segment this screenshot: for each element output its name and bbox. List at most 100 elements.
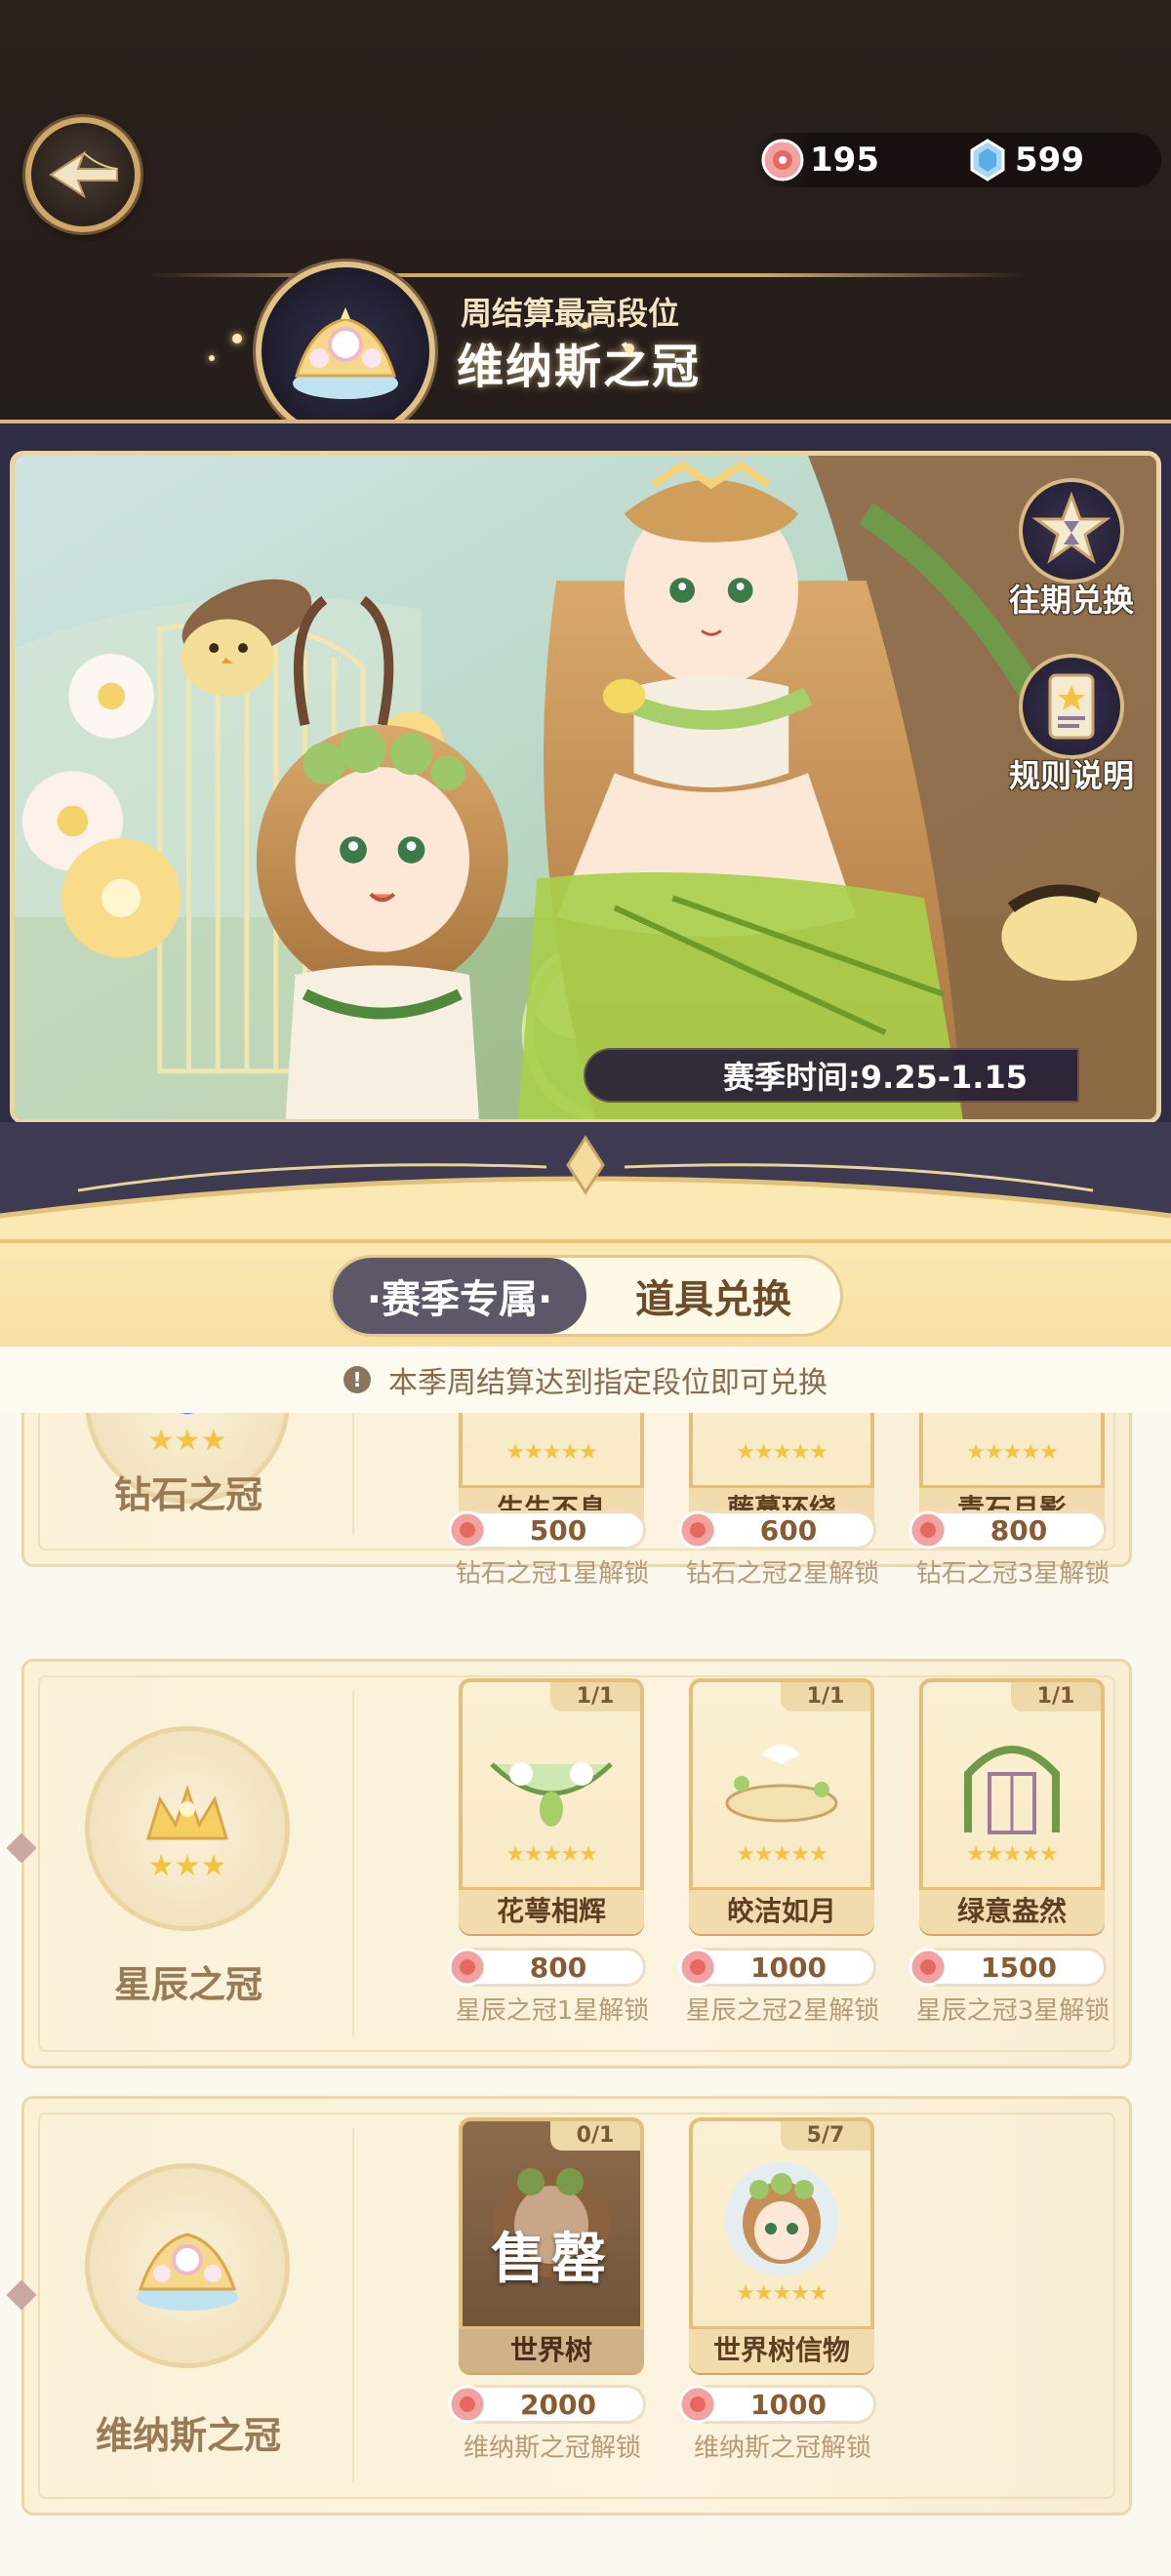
tier-name: 钻石之冠 xyxy=(113,1473,262,1516)
currency-ticket[interactable]: 195 xyxy=(761,135,879,185)
item-card[interactable]: 1/1 ★★★★★ 花萼相辉 xyxy=(459,1678,644,1934)
tab-item-exchange[interactable]: 道具兑换 xyxy=(586,1258,840,1334)
item-card[interactable]: 5/7 ★★★★★ 世界树信物 xyxy=(689,2117,874,2373)
ticket-count: 195 xyxy=(810,141,879,180)
ticket-coin-icon xyxy=(678,1510,717,1550)
price-button[interactable]: 1000 xyxy=(678,2385,876,2424)
item-stars: ★★★★★ xyxy=(736,1440,828,1465)
item-stock: 0/1 xyxy=(550,2121,640,2151)
ticket-coin-icon xyxy=(678,2385,717,2424)
item-stars: ★★★★★ xyxy=(736,2281,828,2306)
price-button[interactable]: 2000 xyxy=(448,2385,646,2424)
item-stock: 1/1 xyxy=(781,1682,870,1711)
star-crown-icon: ★★★ xyxy=(145,1785,229,1883)
unlock-condition: 星辰之冠2星解锁 xyxy=(685,1996,880,2026)
svg-text:★★★: ★★★ xyxy=(148,1849,227,1883)
tier-marker xyxy=(6,2279,37,2311)
svg-text:★★★: ★★★ xyxy=(148,1424,227,1458)
crystal-gem-icon xyxy=(970,139,1005,181)
price-value: 600 xyxy=(759,1513,818,1547)
item-stars: ★★★★★ xyxy=(966,1440,1059,1465)
unlock-condition: 钻石之冠3星解锁 xyxy=(915,1559,1110,1589)
price-button[interactable]: 1500 xyxy=(909,1948,1107,1987)
price-button[interactable]: 600 xyxy=(678,1510,876,1550)
price-value: 1000 xyxy=(750,1951,827,1984)
moon-nest-item-icon xyxy=(725,1745,838,1823)
hourglass-star-icon xyxy=(1019,478,1124,584)
sparkle xyxy=(232,334,242,343)
item-stars: ★★★★★ xyxy=(505,1842,598,1867)
price-value: 800 xyxy=(989,1513,1048,1547)
sparkle xyxy=(582,322,588,329)
flower-hammock-item-icon xyxy=(490,1762,613,1827)
item-card[interactable]: 1/1 ★★★★★ 绿意盎然 xyxy=(919,1678,1105,1934)
unlock-condition: 钻石之冠1星解锁 xyxy=(455,1559,650,1589)
item-stock: 1/1 xyxy=(550,1682,640,1711)
back-arrow-icon xyxy=(49,150,118,199)
tier-name: 维纳斯之冠 xyxy=(95,2414,281,2457)
rules-label: 规则说明 xyxy=(1008,757,1134,794)
item-name: 世界树 xyxy=(459,2326,644,2373)
item-stars: ★★★★★ xyxy=(505,1440,598,1465)
item-stars: ★★★★★ xyxy=(966,1842,1059,1867)
unlock-condition: 维纳斯之冠解锁 xyxy=(693,2434,871,2463)
ticket-coin-icon xyxy=(448,2385,487,2424)
venus-crown-emblem xyxy=(85,2163,290,2368)
price-button[interactable]: 1000 xyxy=(678,1948,876,1987)
venus-crown-icon xyxy=(293,307,398,399)
rules-button[interactable]: 规则说明 xyxy=(998,654,1145,796)
ticket-coin-icon xyxy=(448,1948,487,1987)
tab-group: ·赛季专属· 道具兑换 xyxy=(330,1255,843,1337)
ticket-coin-icon xyxy=(909,1948,948,1987)
unlock-condition: 星辰之冠1星解锁 xyxy=(455,1996,650,2026)
unlock-condition: 钻石之冠2星解锁 xyxy=(685,1559,880,1589)
soldout-stamp: 售罄 xyxy=(491,2228,612,2291)
tier-separator xyxy=(352,1691,354,2036)
gem-count: 599 xyxy=(1015,141,1084,180)
fairy-forest-illustration xyxy=(15,456,1156,1119)
item-stock: 1/1 xyxy=(1011,1682,1101,1711)
item-card-soldout[interactable]: 0/1 售罄 世界树 xyxy=(459,2117,644,2373)
exchange-list[interactable]: ★★★ 钻石之冠 ★★★★★ 生生不息 ★★★★★ 藤蔓环绕 ★★★★★ 青石月… xyxy=(0,1413,1171,2576)
rank-title: 维纳斯之冠 xyxy=(457,340,702,394)
price-button[interactable]: 800 xyxy=(448,1948,646,1987)
item-name: 皎洁如月 xyxy=(689,1887,874,1934)
price-value: 1000 xyxy=(750,2388,827,2421)
unlock-condition: 维纳斯之冠解锁 xyxy=(463,2434,641,2463)
notice-text: 本季周结算达到指定段位即可兑换 xyxy=(388,1366,828,1400)
price-value: 1500 xyxy=(981,1951,1057,1984)
tab-season-exclusive[interactable]: ·赛季专属· xyxy=(333,1258,586,1334)
ticket-coin-icon xyxy=(448,1510,487,1550)
star-crown-emblem: ★★★ xyxy=(85,1726,290,1931)
price-value: 500 xyxy=(529,1513,587,1547)
tier-name: 星辰之冠 xyxy=(113,1963,262,2006)
tier-marker xyxy=(6,1832,37,1864)
back-button[interactable] xyxy=(25,117,141,232)
ticket-coin-icon xyxy=(909,1510,948,1550)
price-value: 800 xyxy=(529,1951,587,1984)
item-stock: 5/7 xyxy=(781,2121,870,2151)
sparkle xyxy=(209,355,215,361)
tier-separator xyxy=(352,1413,354,1535)
venus-crown-icon xyxy=(137,2233,238,2311)
item-stars: ★★★★★ xyxy=(736,1842,828,1867)
price-button[interactable]: 500 xyxy=(448,1510,646,1550)
rules-card-icon xyxy=(1019,654,1124,759)
tier-separator xyxy=(352,2128,354,2483)
rank-medal xyxy=(256,262,435,441)
item-name: 世界树信物 xyxy=(689,2326,874,2373)
world-tree-token-icon xyxy=(725,2162,838,2275)
sparkle xyxy=(625,343,634,353)
season-time: 赛季时间:9.25-1.15 xyxy=(584,1048,1079,1103)
price-value: 2000 xyxy=(520,2388,596,2421)
currency-gem[interactable]: 599 xyxy=(966,135,1084,185)
item-name: 绿意盎然 xyxy=(919,1887,1105,1934)
unlock-condition: 星辰之冠3星解锁 xyxy=(915,1996,1110,2026)
price-button[interactable]: 800 xyxy=(909,1510,1107,1550)
notice-bar: ! 本季周结算达到指定段位即可兑换 xyxy=(0,1347,1171,1413)
past-exchange-button[interactable]: 往期兑换 xyxy=(998,478,1145,621)
vine-arch-item-icon xyxy=(964,1746,1060,1834)
item-card[interactable]: 1/1 ★★★★★ 皎洁如月 xyxy=(689,1678,874,1934)
past-exchange-label: 往期兑换 xyxy=(1008,582,1134,619)
gold-divider-ornament xyxy=(0,1122,1171,1259)
